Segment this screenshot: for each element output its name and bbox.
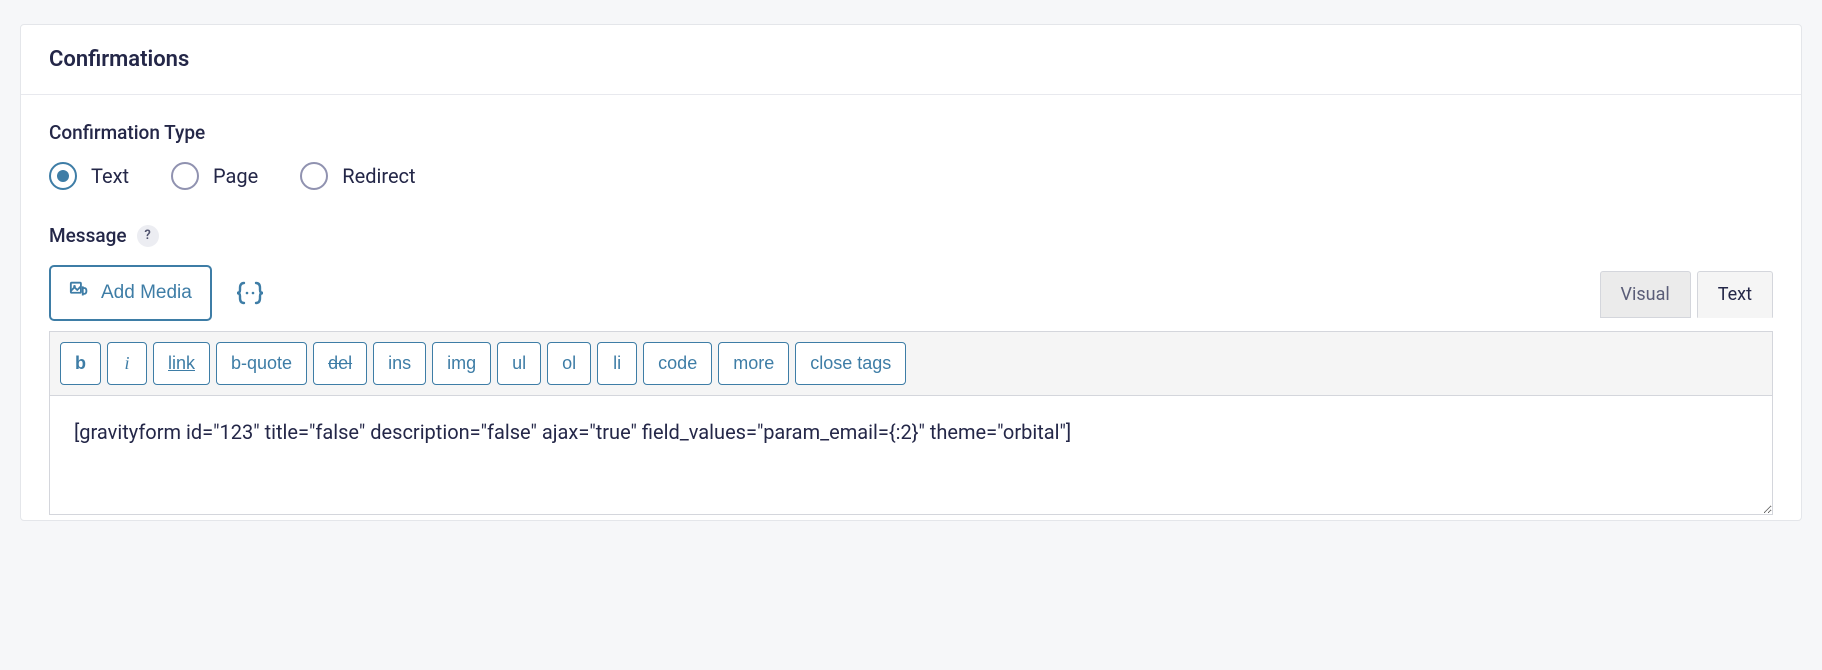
editor-mode-tabs: Visual Text	[1594, 270, 1773, 317]
qt-bold-button[interactable]: b	[60, 342, 101, 385]
qt-blockquote-button[interactable]: b-quote	[216, 342, 307, 385]
qt-del-button[interactable]: del	[313, 342, 367, 385]
qt-code-button[interactable]: code	[643, 342, 712, 385]
qt-ol-button[interactable]: ol	[547, 342, 591, 385]
radio-circle-icon	[300, 162, 328, 190]
qt-img-button[interactable]: img	[432, 342, 491, 385]
media-icon	[69, 279, 91, 307]
confirmation-type-label: Confirmation Type	[49, 121, 1773, 144]
editor-top-left: Add Media	[49, 265, 268, 321]
merge-tag-button[interactable]	[232, 275, 268, 311]
radio-option-page[interactable]: Page	[171, 162, 258, 190]
qt-italic-button[interactable]: i	[107, 342, 147, 385]
confirmations-panel: Confirmations Confirmation Type Text Pag…	[20, 24, 1802, 521]
panel-body: Confirmation Type Text Page Redirect Mes…	[21, 95, 1801, 520]
tab-text[interactable]: Text	[1697, 271, 1773, 318]
radio-option-redirect[interactable]: Redirect	[300, 162, 415, 190]
qt-li-button[interactable]: li	[597, 342, 637, 385]
quicktags-toolbar: b i link b-quote del ins img ul ol li co…	[49, 331, 1773, 395]
qt-closetags-button[interactable]: close tags	[795, 342, 906, 385]
add-media-label: Add Media	[101, 282, 192, 304]
radio-label-text: Text	[91, 164, 129, 188]
qt-ins-button[interactable]: ins	[373, 342, 426, 385]
radio-dot-icon	[57, 170, 69, 182]
panel-header: Confirmations	[21, 25, 1801, 95]
add-media-button[interactable]: Add Media	[49, 265, 212, 321]
tab-visual[interactable]: Visual	[1600, 271, 1691, 318]
qt-link-button[interactable]: link	[153, 342, 210, 385]
help-icon[interactable]: ?	[137, 225, 159, 247]
confirmation-type-radiogroup: Text Page Redirect	[49, 162, 1773, 190]
qt-more-button[interactable]: more	[718, 342, 789, 385]
radio-circle-icon	[49, 162, 77, 190]
radio-circle-icon	[171, 162, 199, 190]
radio-label-redirect: Redirect	[342, 164, 415, 188]
message-label: Message	[49, 224, 127, 247]
radio-option-text[interactable]: Text	[49, 162, 129, 190]
radio-label-page: Page	[213, 164, 258, 188]
qt-ul-button[interactable]: ul	[497, 342, 541, 385]
panel-title: Confirmations	[49, 47, 1773, 72]
editor-top-row: Add Media Visual Text	[49, 265, 1773, 321]
message-textarea[interactable]	[49, 395, 1773, 515]
message-label-row: Message ?	[49, 224, 1773, 247]
